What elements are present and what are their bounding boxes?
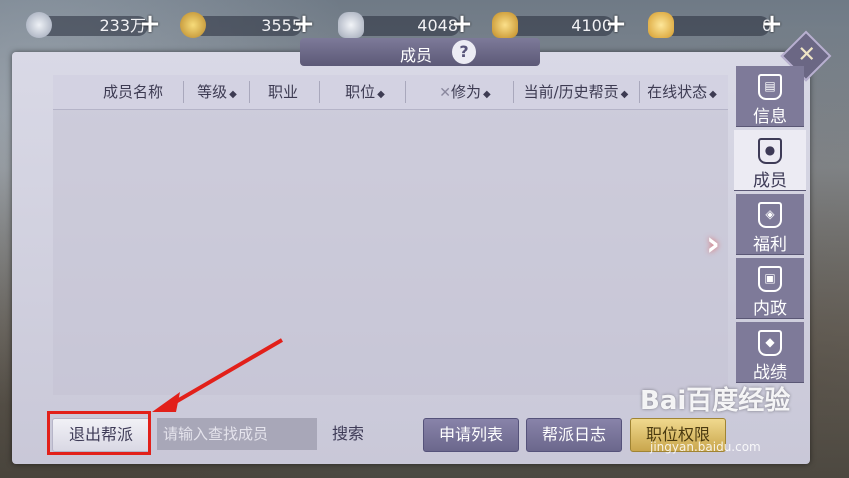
watermark: Bai百度经验 [640,386,791,416]
watermark-url: jingyan.baidu.com [650,440,761,454]
arrow-head [152,392,180,412]
arrow-shaft [170,338,284,406]
